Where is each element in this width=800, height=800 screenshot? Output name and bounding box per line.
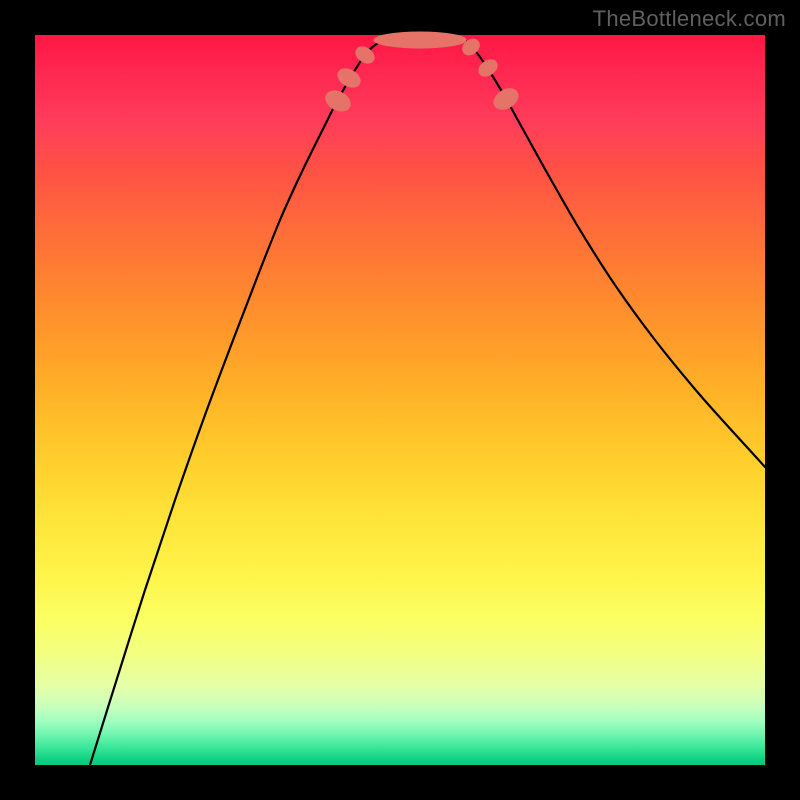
plot-area — [35, 35, 765, 765]
series-left-curve — [90, 40, 385, 765]
chart-frame: TheBottleneck.com — [0, 0, 800, 800]
marker-bottom-pill — [374, 32, 466, 48]
marker-right-small-2 — [476, 57, 500, 80]
marker-left-small-1 — [322, 87, 353, 115]
marker-left-small-2 — [335, 65, 364, 91]
marker-right-small-3 — [490, 84, 522, 113]
chart-svg — [35, 35, 765, 765]
watermark-text: TheBottleneck.com — [593, 6, 786, 32]
